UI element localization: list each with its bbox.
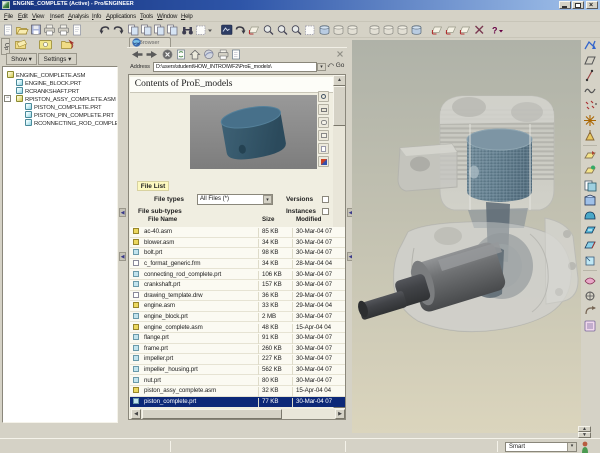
svg-text:?: ?	[492, 26, 498, 36]
